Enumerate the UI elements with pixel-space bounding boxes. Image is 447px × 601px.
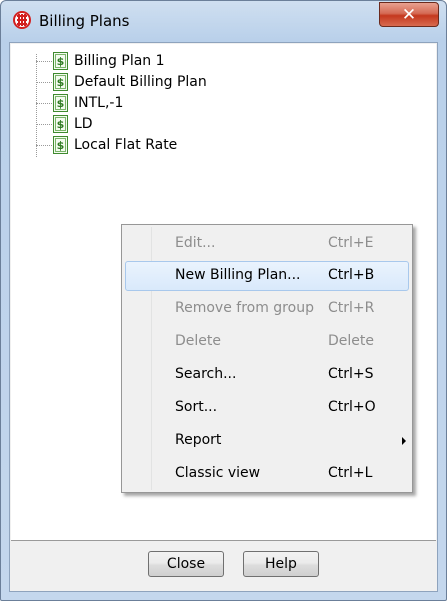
menu-item-label: Delete: [175, 333, 221, 349]
menu-item-shortcut: Ctrl+L: [328, 465, 373, 481]
menu-item-edit[interactable]: Edit... Ctrl+E: [125, 229, 409, 259]
tree-branch-line: [36, 61, 52, 62]
menu-item-label: Sort...: [175, 399, 218, 415]
context-menu: Edit... Ctrl+E New Billing Plan... Ctrl+…: [121, 224, 413, 493]
tree-connector-line: [36, 54, 37, 157]
billing-plan-icon: [53, 136, 68, 154]
billing-plan-icon: [53, 73, 68, 91]
tree-branch-line: [36, 103, 52, 104]
window-title: Billing Plans: [39, 12, 130, 30]
help-button[interactable]: Help: [243, 551, 319, 577]
menu-item-shortcut: Delete: [328, 333, 374, 349]
menu-item-remove-from-group[interactable]: Remove from group Ctrl+R: [125, 294, 409, 324]
menu-item-label: Edit...: [175, 235, 216, 251]
menu-item-label: Report: [175, 432, 222, 448]
tree-branch-line: [36, 124, 52, 125]
menu-item-new-billing-plan[interactable]: New Billing Plan... Ctrl+B: [125, 261, 409, 291]
billing-plan-icon: [53, 115, 68, 133]
menu-item-label: Remove from group: [175, 300, 314, 316]
menu-item-search[interactable]: Search... Ctrl+S: [125, 360, 409, 390]
menu-item-shortcut: Ctrl+R: [328, 300, 375, 316]
tree-item-label: LD: [74, 116, 93, 132]
app-globe-icon: [13, 11, 31, 29]
menu-item-label: Search...: [175, 366, 237, 382]
menu-item-classic-view[interactable]: Classic view Ctrl+L: [125, 459, 409, 489]
tree-item-label: INTL,-1: [74, 95, 124, 111]
tree-item-label: Local Flat Rate: [74, 137, 178, 153]
menu-item-sort[interactable]: Sort... Ctrl+O: [125, 393, 409, 423]
tree-branch-line: [36, 82, 52, 83]
tree-branch-line: [36, 145, 52, 146]
submenu-arrow-icon: [402, 437, 406, 445]
menu-item-shortcut: Ctrl+O: [328, 399, 376, 415]
menu-item-label: Classic view: [175, 465, 261, 481]
close-button[interactable]: Close: [148, 551, 224, 577]
menu-item-shortcut: Ctrl+B: [328, 267, 375, 283]
window-close-button[interactable]: ✕: [379, 2, 439, 27]
menu-item-label: New Billing Plan...: [175, 267, 301, 283]
tree-item-label: Billing Plan 1: [74, 53, 165, 69]
menu-item-delete[interactable]: Delete Delete: [125, 327, 409, 357]
billing-plan-icon: [53, 52, 68, 70]
menu-item-shortcut: Ctrl+E: [328, 235, 374, 251]
menu-item-shortcut: Ctrl+S: [328, 366, 374, 382]
title-bar[interactable]: Billing Plans ✕: [1, 1, 446, 41]
dialog-button-bar: Close Help: [10, 541, 437, 591]
menu-item-report[interactable]: Report: [125, 426, 409, 456]
billing-plan-icon: [53, 94, 68, 112]
tree-item-label: Default Billing Plan: [74, 74, 207, 90]
